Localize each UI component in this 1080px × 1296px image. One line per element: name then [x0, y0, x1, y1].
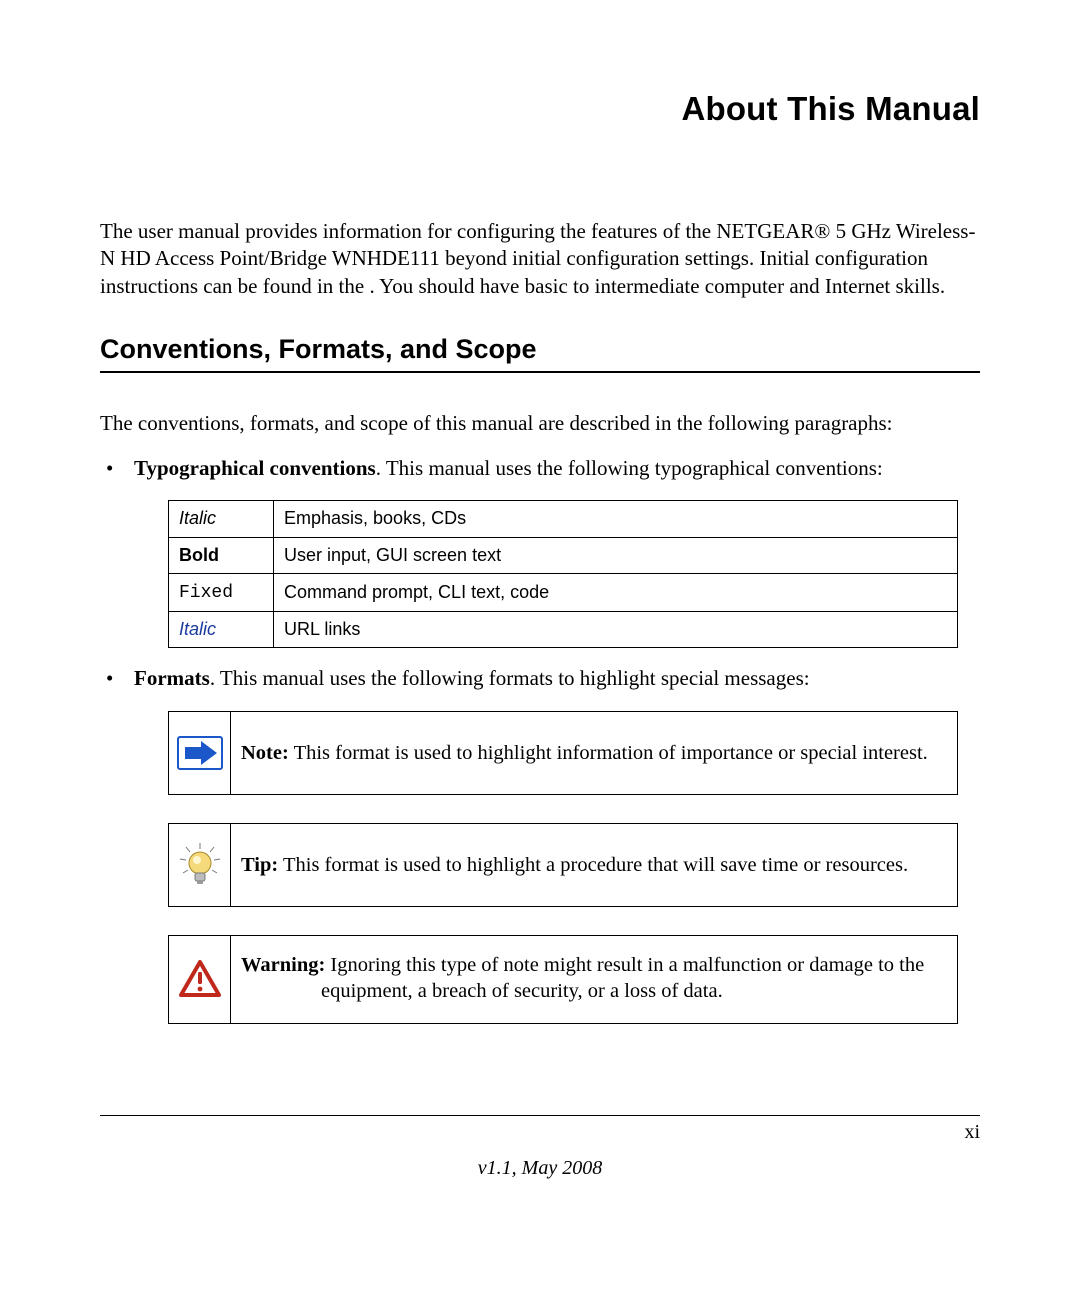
warning-body-line1: Ignoring this type of note might result … — [325, 954, 924, 976]
conv-desc: URL links — [274, 612, 958, 648]
conv-style-label: Fixed — [179, 583, 233, 603]
table-row: Fixed Command prompt, CLI text, code — [169, 573, 958, 611]
conv-desc: Command prompt, CLI text, code — [274, 573, 958, 611]
bullet-label: Formats — [134, 666, 210, 690]
warning-text: Warning: Ignoring this type of note migh… — [231, 936, 957, 1022]
table-row: Bold User input, GUI screen text — [169, 537, 958, 573]
conv-desc: User input, GUI screen text — [274, 537, 958, 573]
table-row: Italic URL links — [169, 612, 958, 648]
lightbulb-icon — [169, 824, 231, 906]
note-text: Note: This format is used to highlight i… — [231, 712, 957, 794]
intro-paragraph: The user manual provides information for… — [100, 218, 980, 300]
tip-text: Tip: This format is used to highlight a … — [231, 824, 957, 906]
page-body: About This Manual The user manual provid… — [0, 0, 1080, 1024]
warning-icon — [169, 936, 231, 1022]
conv-style-label: Bold — [179, 545, 219, 565]
bullet-list: Typographical conventions. This manual u… — [100, 454, 980, 1024]
page-number: xi — [964, 1121, 980, 1144]
bullet-tail: . This manual uses the following typogra… — [376, 456, 883, 480]
conventions-table: Italic Emphasis, books, CDs Bold User in… — [168, 500, 958, 648]
arrow-icon — [169, 712, 231, 794]
conv-style-label: Italic — [179, 508, 216, 528]
warning-callout: Warning: Ignoring this type of note migh… — [168, 935, 958, 1023]
bullet-typographical: Typographical conventions. This manual u… — [100, 454, 980, 649]
tip-label: Tip: — [241, 854, 278, 876]
section-lead: The conventions, formats, and scope of t… — [100, 411, 980, 436]
bullet-label: Typographical conventions — [134, 456, 376, 480]
bullet-tail: . This manual uses the following formats… — [210, 666, 810, 690]
doc-version: v1.1, May 2008 — [0, 1157, 1080, 1180]
note-body: This format is used to highlight informa… — [289, 742, 928, 764]
tip-callout: Tip: This format is used to highlight a … — [168, 823, 958, 907]
section-heading: Conventions, Formats, and Scope — [100, 334, 980, 373]
warning-label: Warning: — [241, 954, 325, 976]
footer-rule — [100, 1115, 980, 1116]
tip-body: This format is used to highlight a proce… — [278, 854, 908, 876]
conv-desc: Emphasis, books, CDs — [274, 501, 958, 537]
table-row: Italic Emphasis, books, CDs — [169, 501, 958, 537]
note-label: Note: — [241, 742, 289, 764]
note-callout: Note: This format is used to highlight i… — [168, 711, 958, 795]
page-title: About This Manual — [100, 90, 980, 128]
bullet-formats: Formats. This manual uses the following … — [100, 664, 980, 1023]
conv-style-label: Italic — [179, 619, 216, 639]
warning-body-line2: equipment, a breach of security, or a lo… — [241, 978, 945, 1004]
